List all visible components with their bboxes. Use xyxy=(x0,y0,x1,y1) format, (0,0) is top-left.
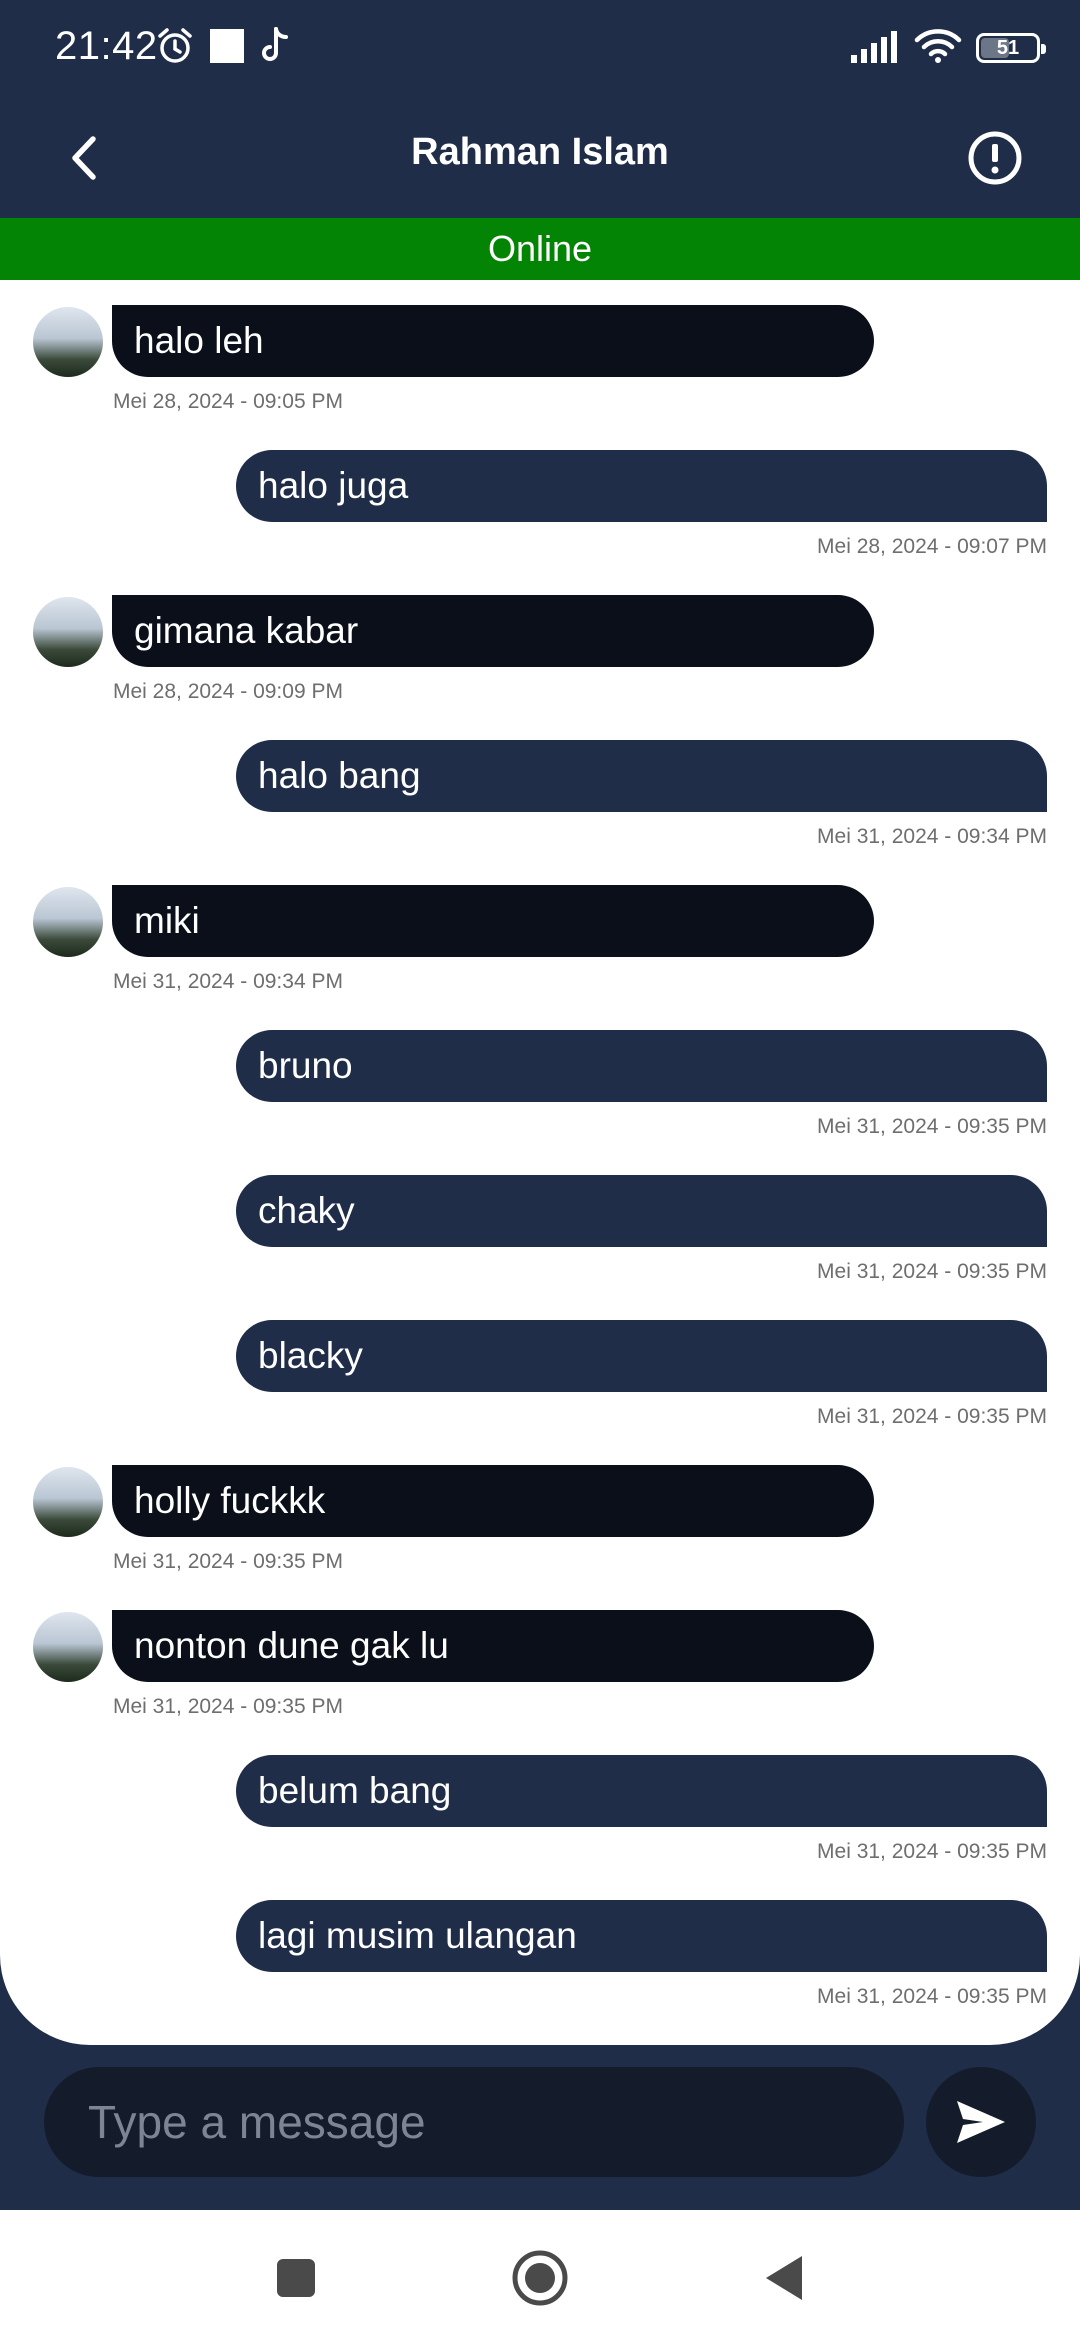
message-bubble[interactable]: halo leh xyxy=(112,305,874,377)
avatar[interactable] xyxy=(33,1467,103,1537)
avatar[interactable] xyxy=(33,1612,103,1682)
alert-circle-icon xyxy=(968,131,1022,185)
system-nav-bar xyxy=(0,2210,1080,2340)
signal-icon xyxy=(850,29,900,68)
avatar[interactable] xyxy=(33,597,103,667)
recents-square-icon xyxy=(277,2259,315,2297)
message-bubble[interactable]: holly fuckkk xyxy=(112,1465,874,1537)
online-status: Online xyxy=(0,218,1080,280)
avatar[interactable] xyxy=(33,307,103,377)
message-bubble[interactable]: miki xyxy=(112,885,874,957)
tiktok-icon xyxy=(259,26,293,71)
message-timestamp: Mei 31, 2024 - 09:35 PM xyxy=(817,1840,1047,1863)
message-timestamp: Mei 31, 2024 - 09:35 PM xyxy=(113,1695,343,1718)
recents-button[interactable] xyxy=(266,2248,326,2308)
battery-icon: 51 xyxy=(976,33,1046,63)
back-triangle-icon xyxy=(766,2256,802,2300)
message-timestamp: Mei 28, 2024 - 09:05 PM xyxy=(113,390,343,413)
message-bubble[interactable]: lagi musim ulangan xyxy=(236,1900,1047,1972)
message-bubble[interactable]: halo juga xyxy=(236,450,1047,522)
message-bubble[interactable]: chaky xyxy=(236,1175,1047,1247)
message-bubble[interactable]: blacky xyxy=(236,1320,1047,1392)
message-input[interactable] xyxy=(44,2067,904,2177)
message-timestamp: Mei 31, 2024 - 09:35 PM xyxy=(817,1405,1047,1428)
wifi-icon xyxy=(914,28,962,69)
message-timestamp: Mei 31, 2024 - 09:35 PM xyxy=(817,1260,1047,1283)
home-button[interactable] xyxy=(510,2248,570,2308)
message-bubble[interactable]: nonton dune gak lu xyxy=(112,1610,874,1682)
alarm-icon xyxy=(155,26,195,71)
nav-back-button[interactable] xyxy=(754,2248,814,2308)
send-icon xyxy=(957,2101,1005,2143)
message-timestamp: Mei 31, 2024 - 09:35 PM xyxy=(817,1985,1047,2008)
status-time: 21:42 xyxy=(55,24,158,68)
status-bar: 21:42 51 xyxy=(0,0,1080,95)
message-timestamp: Mei 31, 2024 - 09:34 PM xyxy=(113,970,343,993)
message-timestamp: Mei 28, 2024 - 09:07 PM xyxy=(817,535,1047,558)
message-bubble[interactable]: belum bang xyxy=(236,1755,1047,1827)
avatar[interactable] xyxy=(33,887,103,957)
message-timestamp: Mei 31, 2024 - 09:35 PM xyxy=(817,1115,1047,1138)
send-button[interactable] xyxy=(926,2067,1036,2177)
battery-level: 51 xyxy=(996,36,1020,59)
message-bubble[interactable]: halo bang xyxy=(236,740,1047,812)
square-notification-icon xyxy=(209,28,245,69)
chat-header: Rahman Islam xyxy=(0,95,1080,218)
home-circle-icon xyxy=(512,2250,568,2306)
status-right-icons: 51 xyxy=(850,28,1046,69)
message-composer xyxy=(0,2045,1080,2210)
contact-name: Rahman Islam xyxy=(411,131,669,173)
message-timestamp: Mei 28, 2024 - 09:09 PM xyxy=(113,680,343,703)
status-left-icons xyxy=(155,26,293,70)
message-timestamp: Mei 31, 2024 - 09:35 PM xyxy=(113,1550,343,1573)
info-button[interactable] xyxy=(960,123,1030,193)
message-list[interactable]: halo leh Mei 28, 2024 - 09:05 PM halo ju… xyxy=(0,280,1080,2045)
message-bubble[interactable]: gimana kabar xyxy=(112,595,874,667)
message-bubble[interactable]: bruno xyxy=(236,1030,1047,1102)
message-timestamp: Mei 31, 2024 - 09:34 PM xyxy=(817,825,1047,848)
